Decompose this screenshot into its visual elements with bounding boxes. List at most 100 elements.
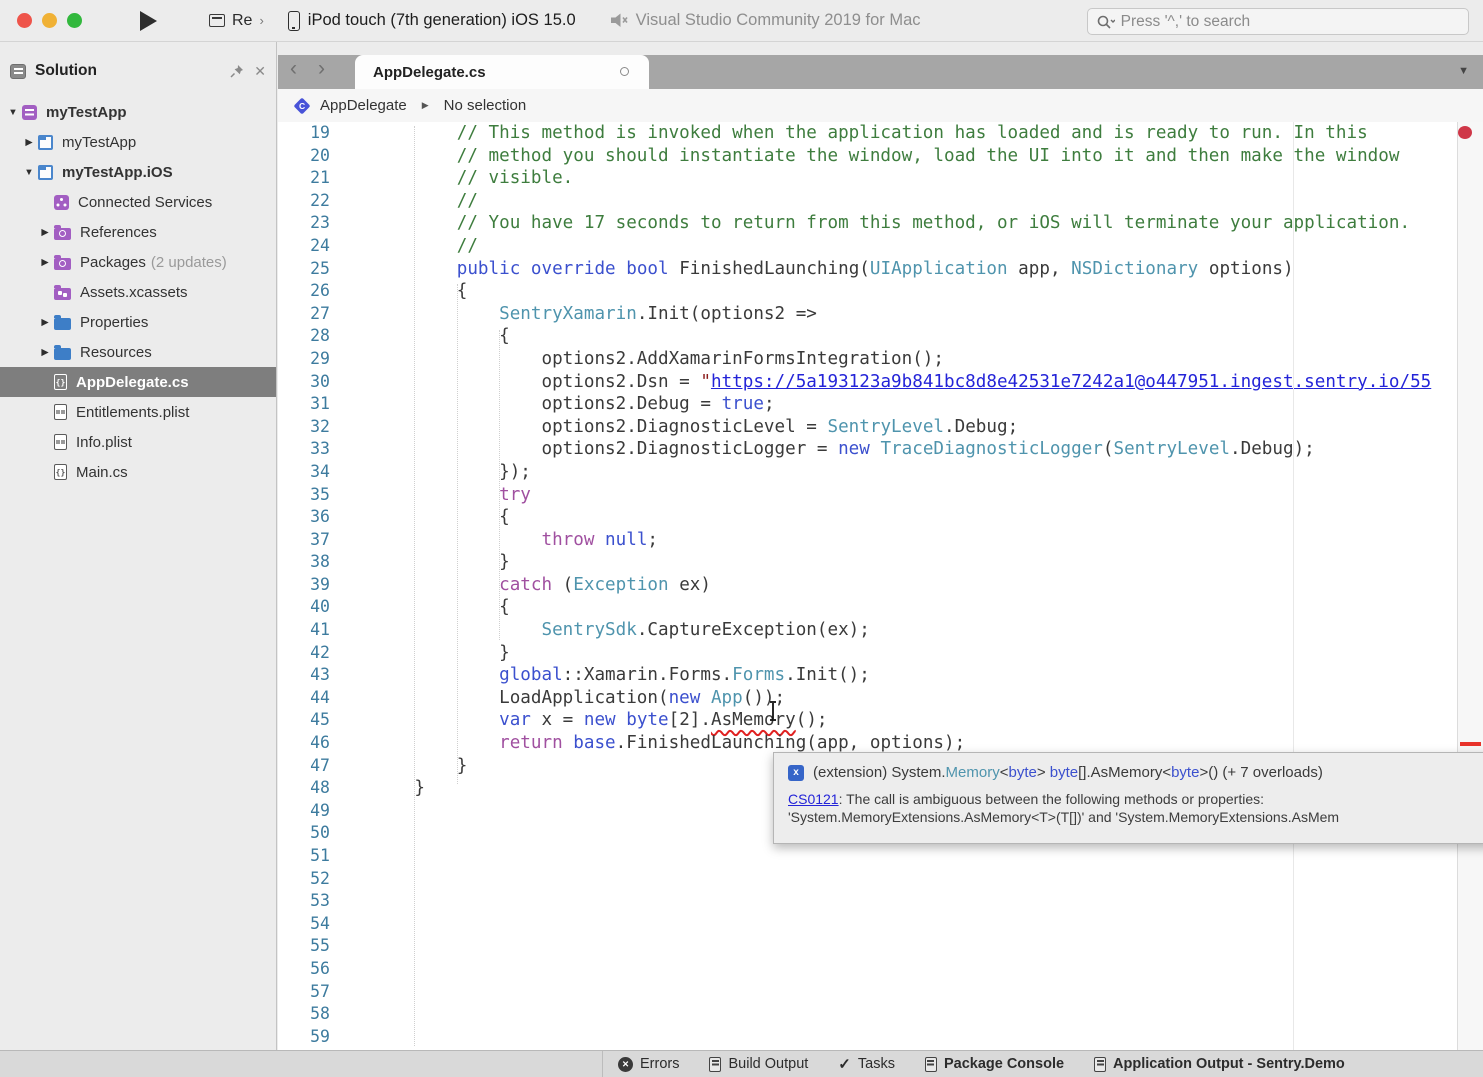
code-line-21[interactable]: 21 // visible. [278,167,1483,190]
tree-item-mytestapp-ios[interactable]: ▼myTestApp.iOS [0,157,276,187]
code-line-36[interactable]: 36 { [278,506,1483,529]
code-line-19[interactable]: 19 // This method is invoked when the ap… [278,122,1483,145]
error-code-link[interactable]: CS0121 [788,791,839,807]
code-line-34[interactable]: 34 }); [278,461,1483,484]
navigate-forward-icon[interactable]: › [318,57,325,81]
tree-item-resources[interactable]: ▶Resources [0,337,276,367]
tree-item-entitlements-plist[interactable]: Entitlements.plist [0,397,276,427]
tree-item-references[interactable]: ▶References [0,217,276,247]
tree-item-mytestapp[interactable]: ▼myTestApp [0,97,276,127]
code-line-56[interactable]: 56 [278,958,1483,981]
line-number: 44 [278,687,352,710]
device-selector[interactable]: iPod touch (7th generation) iOS 15.0 [288,11,576,31]
expander-icon[interactable]: ▶ [36,257,54,268]
code-line-32[interactable]: 32 options2.DiagnosticLevel = SentryLeve… [278,416,1483,439]
window-minimize-button[interactable] [42,13,57,28]
pad-button-errors[interactable]: ✕Errors [618,1056,679,1072]
tree-item-assets-xcassets[interactable]: Assets.xcassets [0,277,276,307]
project-icon [38,135,53,150]
code-line-31[interactable]: 31 options2.Debug = true; [278,393,1483,416]
code-line-29[interactable]: 29 options2.AddXamarinFormsIntegration()… [278,348,1483,371]
project-icon [38,165,53,180]
tree-item-label: AppDelegate.cs [76,374,189,391]
run-button[interactable] [140,11,157,31]
close-icon[interactable]: ✕ [254,63,266,80]
code-line-43[interactable]: 43 global::Xamarin.Forms.Forms.Init(); [278,664,1483,687]
breadcrumb-type[interactable]: AppDelegate [320,97,407,114]
pin-icon[interactable] [230,64,244,78]
code-line-38[interactable]: 38 } [278,551,1483,574]
code-token: ; [764,394,775,414]
url-token[interactable]: https://5a193123a9b841bc8d8e42531e7242a1… [711,372,1431,392]
expander-icon[interactable]: ▶ [36,317,54,328]
code-line-44[interactable]: 44 LoadApplication(new App()); [278,687,1483,710]
code-line-37[interactable]: 37 throw null; [278,529,1483,552]
tree-item-properties[interactable]: ▶Properties [0,307,276,337]
editor-scrollbar[interactable] [1457,122,1483,1050]
tree-item-main-cs[interactable]: Main.cs [0,457,276,487]
solution-pad-title: Solution [35,62,220,80]
tree-item-connected-services[interactable]: Connected Services [0,187,276,217]
code-line-39[interactable]: 39 catch (Exception ex) [278,574,1483,597]
scrollbar-error-marker[interactable] [1460,742,1481,746]
line-content [352,935,372,958]
tab-appdelegate[interactable]: AppDelegate.cs [355,55,649,89]
code-line-45[interactable]: 45 var x = new byte[2].AsMemory(); [278,709,1483,732]
line-number: 32 [278,416,352,439]
code-line-25[interactable]: 25 public override bool FinishedLaunchin… [278,258,1483,281]
code-line-22[interactable]: 22 // [278,190,1483,213]
code-line-52[interactable]: 52 [278,868,1483,891]
tab-list-dropdown-icon[interactable]: ▼ [1458,65,1469,77]
tree-item-mytestapp[interactable]: ▶myTestApp [0,127,276,157]
line-content: throw null; [352,529,658,552]
code-line-41[interactable]: 41 SentrySdk.CaptureException(ex); [278,619,1483,642]
code-line-59[interactable]: 59 [278,1026,1483,1049]
code-line-27[interactable]: 27 SentryXamarin.Init(options2 => [278,303,1483,326]
code-line-26[interactable]: 26 { [278,280,1483,303]
code-line-58[interactable]: 58 [278,1003,1483,1026]
expander-icon[interactable]: ▶ [36,347,54,358]
code-token: App [711,688,743,708]
code-line-55[interactable]: 55 [278,935,1483,958]
tree-item-packages[interactable]: ▶Packages(2 updates) [0,247,276,277]
code-line-53[interactable]: 53 [278,890,1483,913]
line-content: { [352,280,467,303]
code-line-35[interactable]: 35 try [278,484,1483,507]
expander-icon[interactable]: ▼ [4,107,22,118]
breadcrumb-member[interactable]: No selection [444,97,527,114]
global-search-field[interactable] [1087,8,1469,35]
plist-file-icon [54,404,67,420]
pad-button-tasks[interactable]: ✓Tasks [838,1055,895,1073]
code-token: " [700,372,711,392]
code-line-33[interactable]: 33 options2.DiagnosticLogger = new Trace… [278,438,1483,461]
pad-button-package-console[interactable]: Package Console [925,1056,1064,1072]
code-line-57[interactable]: 57 [278,981,1483,1004]
window-close-button[interactable] [17,13,32,28]
expander-icon[interactable]: ▼ [20,167,38,178]
code-token: SentryLevel [1114,439,1231,459]
code-line-54[interactable]: 54 [278,913,1483,936]
code-line-42[interactable]: 42 } [278,642,1483,665]
code-line-20[interactable]: 20 // method you should instantiate the … [278,145,1483,168]
text-cursor-icon [766,700,780,722]
code-line-40[interactable]: 40 { [278,596,1483,619]
expander-icon[interactable]: ▶ [36,227,54,238]
build-configuration-selector[interactable]: Re › [209,12,264,30]
navigate-back-icon[interactable]: ‹ [290,57,297,81]
modified-indicator-icon [620,67,629,76]
code-line-24[interactable]: 24 // [278,235,1483,258]
code-line-30[interactable]: 30 options2.Dsn = "https://5a193123a9b84… [278,371,1483,394]
code-editor[interactable]: 19 // This method is invoked when the ap… [278,122,1483,1050]
code-line-23[interactable]: 23 // You have 17 seconds to return from… [278,212,1483,235]
code-line-51[interactable]: 51 [278,845,1483,868]
window-zoom-button[interactable] [67,13,82,28]
pad-button-application-output-sentry-demo[interactable]: Application Output - Sentry.Demo [1094,1056,1345,1072]
tree-item-appdelegate-cs[interactable]: AppDelegate.cs [0,367,276,397]
tree-item-info-plist[interactable]: Info.plist [0,427,276,457]
expander-icon[interactable]: ▶ [20,137,38,148]
code-token [372,710,499,730]
code-line-28[interactable]: 28 { [278,325,1483,348]
pad-button-build-output[interactable]: Build Output [709,1056,808,1072]
search-input[interactable] [1121,13,1460,31]
indent-guide [414,126,415,1046]
